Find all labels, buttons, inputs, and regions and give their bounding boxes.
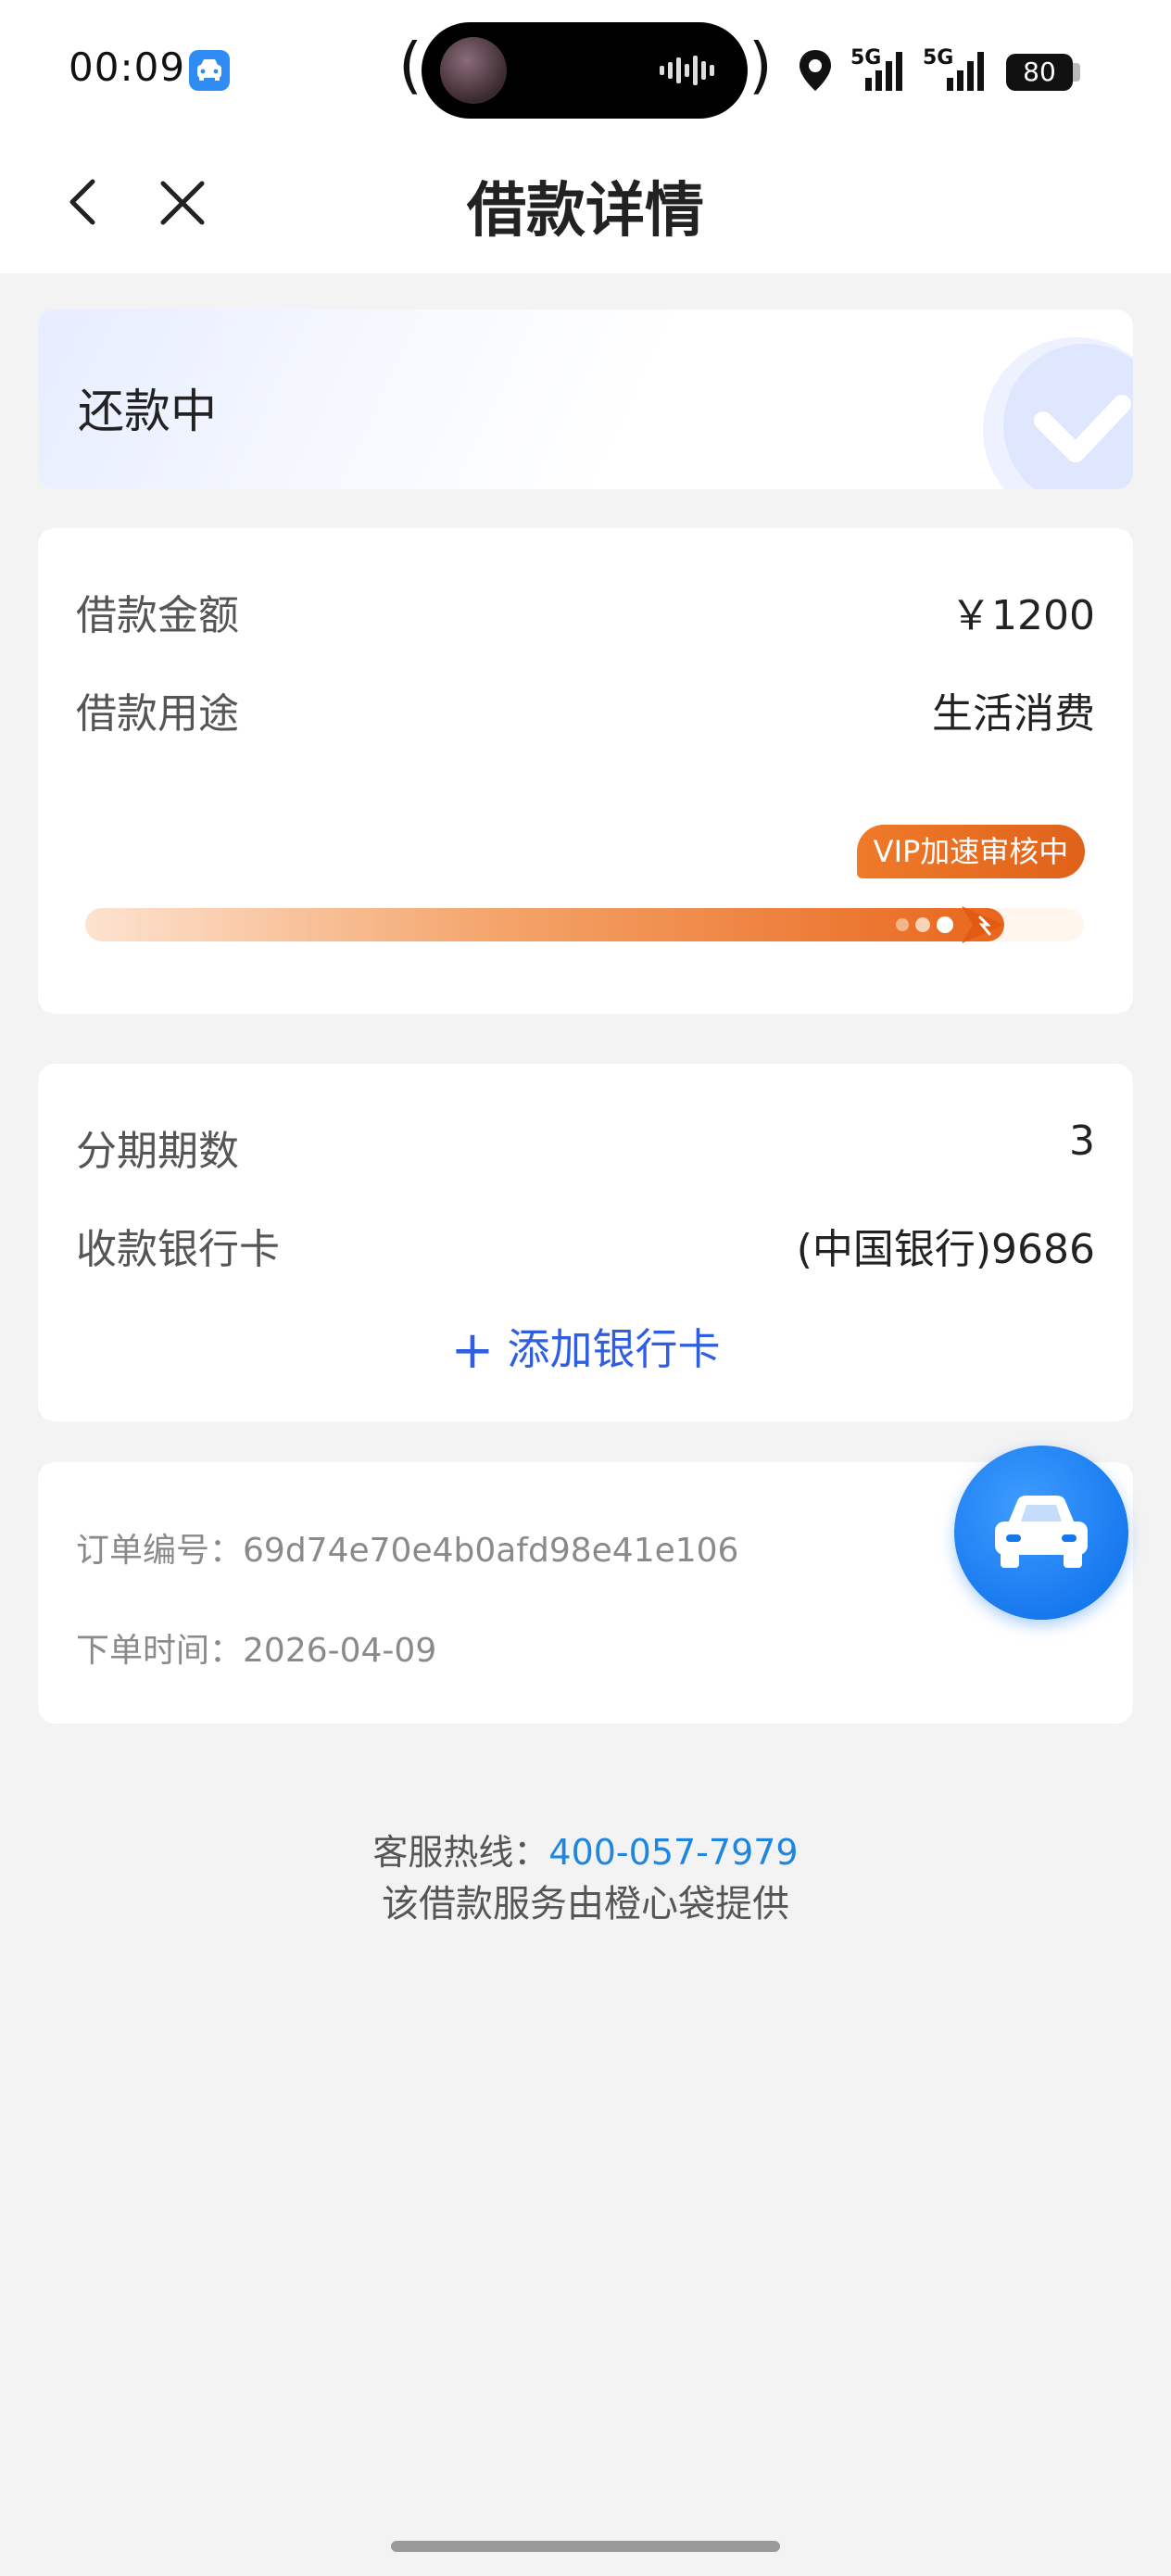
vip-review-badge: VIP加速审核中 (857, 825, 1085, 878)
check-circle-icon (983, 337, 1133, 489)
installments-value: 3 (1069, 1118, 1095, 1165)
order-time-row: 下单时间：2026-04-09 (76, 1623, 436, 1672)
loan-amount-value: ￥1200 (951, 592, 1095, 639)
review-progress-fill (85, 908, 1004, 941)
bank-card-label: 收款银行卡 (76, 1226, 280, 1273)
add-bank-card-label: 添加银行卡 (507, 1324, 721, 1374)
installments-label: 分期期数 (76, 1128, 239, 1175)
home-indicator[interactable] (391, 2541, 780, 2552)
floating-car-button[interactable] (954, 1446, 1128, 1620)
paren-right-icon: ) (749, 30, 773, 101)
battery-level: 80 (1006, 54, 1073, 91)
service-provider-note: 该借款服务由橙心袋提供 (382, 1883, 789, 1926)
signal-icon (854, 50, 906, 96)
order-number-value: 69d74e70e4b0afd98e41e106 (243, 1532, 739, 1570)
avatar (440, 37, 507, 104)
rocket-icon (884, 901, 1023, 953)
order-number-label: 订单编号： (76, 1532, 244, 1570)
car-app-icon (189, 50, 230, 91)
status-time: 00:09 (69, 44, 186, 90)
loan-purpose-label: 借款用途 (76, 690, 239, 738)
loan-status-text: 还款中 (78, 385, 217, 438)
customer-service-line: 客服热线：400-057-7979 (0, 1824, 1171, 1875)
paren-left-icon: ( (398, 30, 422, 101)
order-time-value: 2026-04-09 (243, 1632, 437, 1670)
location-icon (797, 48, 834, 96)
loan-purpose-value: 生活消费 (932, 690, 1095, 738)
waveform-icon (660, 54, 717, 91)
add-bank-card-button[interactable]: + 添加银行卡 (0, 1316, 1171, 1381)
page-title: 借款详情 (467, 177, 704, 246)
plus-icon: + (450, 1320, 495, 1381)
hotline-label: 客服热线： (372, 1832, 549, 1873)
bank-card-value[interactable]: (中国银行)9686 (797, 1216, 1095, 1275)
hotline-number[interactable]: 400-057-7979 (548, 1832, 798, 1873)
signal-icon-2 (936, 50, 988, 96)
order-time-label: 下单时间： (76, 1632, 244, 1670)
battery-tip (1073, 63, 1080, 82)
loan-amount-label: 借款金额 (76, 592, 239, 639)
order-number-row: 订单编号：69d74e70e4b0afd98e41e106 (76, 1523, 738, 1572)
car-icon (995, 1496, 1088, 1568)
